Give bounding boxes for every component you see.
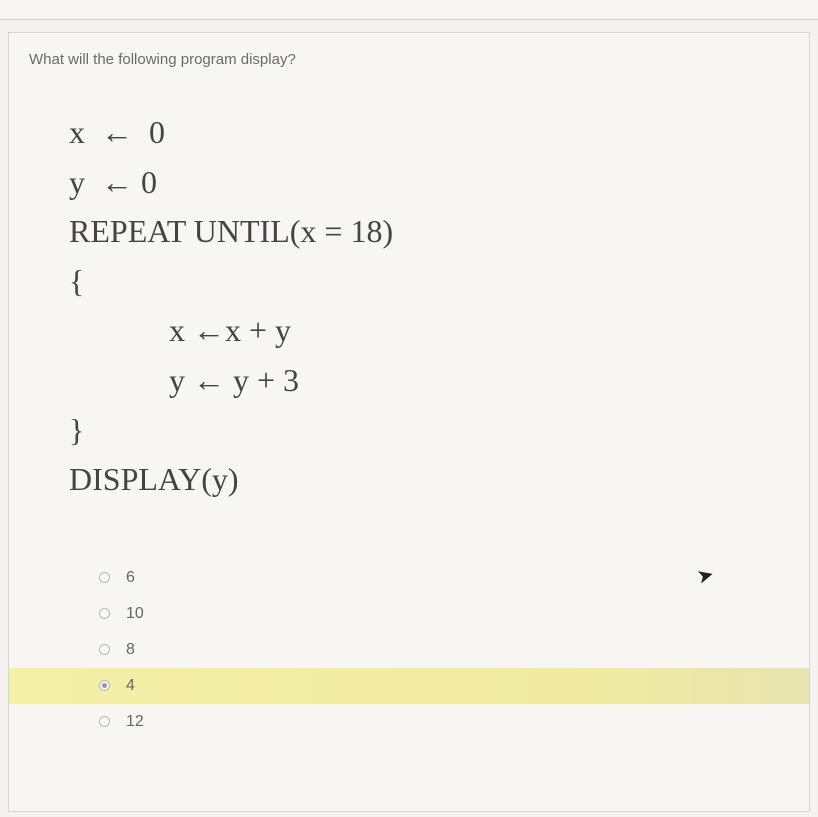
- radio-icon[interactable]: [99, 680, 110, 691]
- code-val: 0: [141, 164, 157, 200]
- radio-icon[interactable]: [99, 644, 110, 655]
- question-prompt: What will the following program display?: [9, 33, 809, 78]
- code-line-8: DISPLAY(y): [69, 455, 809, 505]
- code-line-2: y ← 0: [69, 158, 809, 208]
- code-block: x ← 0 y ← 0 REPEAT UNTIL(x = 18) { x ← x…: [9, 78, 809, 505]
- code-line-1: x ← 0: [69, 108, 809, 158]
- assign-arrow-icon: ←: [101, 158, 133, 208]
- code-line-3: REPEAT UNTIL(x = 18): [69, 207, 809, 257]
- answer-option-6[interactable]: 6: [9, 560, 809, 596]
- answer-option-12[interactable]: 12: [9, 704, 809, 740]
- answer-option-10[interactable]: 10: [9, 596, 809, 632]
- question-container: What will the following program display?…: [8, 32, 810, 812]
- answer-label: 4: [126, 677, 135, 695]
- code-var: y: [69, 164, 85, 200]
- assign-arrow-icon: ←: [193, 356, 225, 406]
- code-line-5: x ← x + y: [69, 306, 809, 356]
- answer-option-8[interactable]: 8: [9, 632, 809, 668]
- code-var: x: [169, 312, 185, 348]
- code-var: y: [169, 362, 185, 398]
- code-expr: x + y: [225, 312, 291, 348]
- code-expr: y + 3: [225, 362, 299, 398]
- assign-arrow-icon: ←: [193, 306, 225, 356]
- code-line-6: y ← y + 3: [69, 356, 809, 406]
- radio-icon[interactable]: [99, 608, 110, 619]
- assign-arrow-icon: ←: [101, 108, 133, 158]
- answer-option-4[interactable]: 4: [9, 668, 809, 704]
- code-line-4: {: [69, 257, 809, 307]
- answer-label: 8: [126, 641, 135, 659]
- answer-label: 10: [126, 605, 144, 623]
- code-val: 0: [149, 114, 165, 150]
- code-var: x: [69, 114, 85, 150]
- code-line-7: }: [69, 406, 809, 456]
- answer-label: 12: [126, 713, 144, 731]
- top-bar: [0, 0, 818, 20]
- radio-icon[interactable]: [99, 572, 110, 583]
- radio-icon[interactable]: [99, 716, 110, 727]
- answer-label: 6: [126, 569, 135, 587]
- answer-list: 6 10 8 4 12: [9, 560, 809, 740]
